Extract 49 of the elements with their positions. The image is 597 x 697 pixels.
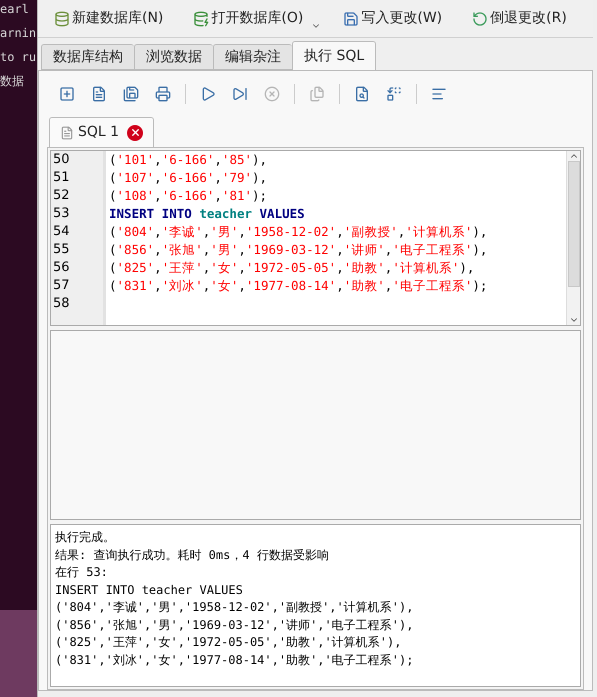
line-number: 56 [52, 259, 70, 277]
code-line: ('107','6-166','79'), [109, 168, 268, 187]
message-line: 结果: 查询执行成功。耗时 0ms，4 行数据受影响 [55, 546, 330, 564]
toolbar-button[interactable]: 新建数据库(N) [52, 5, 166, 32]
line-number: 53 [52, 205, 70, 223]
line-number: 50 [52, 151, 70, 169]
terminal-text: arnin [0, 25, 36, 42]
play-icon [200, 86, 216, 102]
open-file-icon [91, 86, 107, 102]
message-line: INSERT INTO teacher VALUES [55, 582, 244, 598]
print-icon [155, 86, 171, 102]
message-line: ('825','王萍','女','1972-05-05','助教','计算机系'), [55, 634, 402, 651]
code-line: ('831','刘冰','女','1977-08-14','助教','电子工程系'); [109, 276, 488, 295]
code-line: ('825','王萍','女','1972-05-05','助教','计算机系'), [109, 258, 474, 277]
line-number: 55 [52, 241, 70, 259]
message-line: ('804','李诚','男','1958-12-02','副教授','计算机系'), [55, 599, 414, 616]
line-number: 57 [52, 277, 70, 295]
code-line: ('101','6-166','85'), [109, 150, 268, 169]
terminal-text: to ru [0, 49, 36, 66]
line-number: 58 [52, 295, 70, 313]
tab[interactable]: 执行 SQL [292, 41, 376, 70]
code-line: ('108','6-166','81'); [109, 186, 268, 205]
code-line: INSERT INTO teacher VALUES [109, 204, 305, 223]
tab[interactable]: 数据库结构 [41, 44, 134, 70]
scrollbar[interactable] [566, 151, 580, 325]
sql-editor[interactable] [50, 150, 581, 326]
save-file-icon [123, 86, 139, 102]
message-line: ('856','张旭','男','1969-03-12','讲师','电子工程系'), [55, 616, 414, 634]
editor-tab[interactable]: SQL 1 [49, 117, 154, 147]
toolbar-button[interactable]: 倒退更改(R) [470, 5, 569, 32]
document-icon [60, 126, 74, 140]
find-icon [354, 86, 370, 102]
message-line: ('831','刘冰','女','1977-08-14','助教','电子工程系'); [55, 652, 414, 668]
terminal-text: earl [0, 1, 29, 18]
toolbar-button[interactable]: 写入更改(W) [341, 5, 444, 32]
database-open-icon [193, 10, 210, 26]
line-number: 52 [52, 187, 70, 205]
toolbar-button[interactable]: 打开数据库(O) [191, 4, 324, 34]
close-icon[interactable] [127, 124, 144, 140]
tab[interactable]: 浏览数据 [134, 44, 213, 70]
message-line: 在行 53: [55, 564, 109, 581]
line-number: 51 [52, 169, 70, 187]
line-number: 54 [52, 223, 70, 241]
code-line: ('856','张旭','男','1969-03-12','讲师','电子工程系'), [109, 240, 488, 259]
code-line: ('804','李诚','男','1958-12-02','副教授','计算机系'), [109, 222, 488, 241]
message-line: 执行完成。 [55, 529, 116, 546]
terminal-text: 数据 [0, 73, 24, 90]
tab[interactable]: 编辑杂注 [213, 44, 292, 70]
stop-icon [264, 86, 280, 102]
